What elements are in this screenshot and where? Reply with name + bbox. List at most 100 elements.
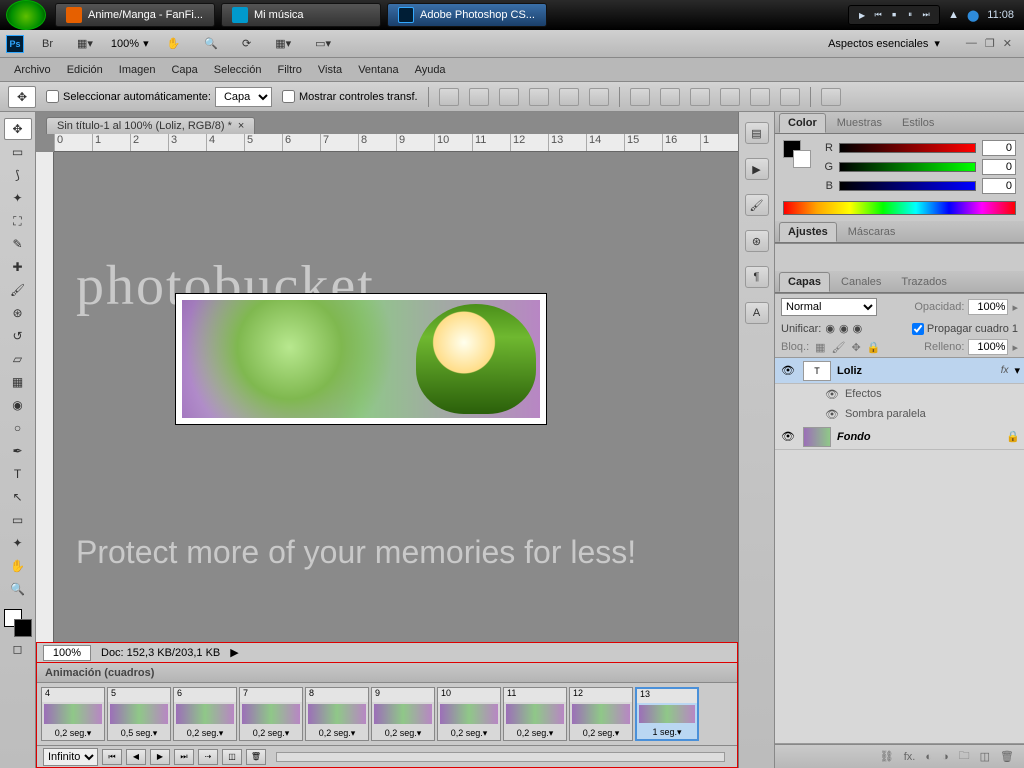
menu-ventana[interactable]: Ventana xyxy=(358,64,398,76)
group-icon[interactable]: 🗀 xyxy=(959,747,970,766)
menu-ayuda[interactable]: Ayuda xyxy=(415,64,446,76)
distribute-icon[interactable] xyxy=(720,88,740,106)
actions-icon[interactable]: ▶ xyxy=(745,158,769,180)
align-icon[interactable] xyxy=(499,88,519,106)
menu-filtro[interactable]: Filtro xyxy=(277,64,301,76)
menu-capa[interactable]: Capa xyxy=(171,64,197,76)
layer-fx-item[interactable]: 👁Sombra paralela xyxy=(775,404,1024,424)
panel-tab[interactable]: Trazados xyxy=(892,272,955,292)
zoom-select[interactable]: 100% ▾ xyxy=(111,37,149,50)
history-icon[interactable]: ▤ xyxy=(745,122,769,144)
animation-frame[interactable]: 110,2 seg.▾ xyxy=(503,687,567,741)
heal-tool[interactable]: ✚ xyxy=(4,256,32,278)
lasso-tool[interactable]: ⟆ xyxy=(4,164,32,186)
menu-selección[interactable]: Selección xyxy=(214,64,262,76)
blend-mode-select[interactable]: Normal xyxy=(781,298,877,316)
gradient-tool[interactable]: ▦ xyxy=(4,371,32,393)
color-swatches[interactable] xyxy=(4,609,32,637)
unify-icon[interactable]: ◉ xyxy=(825,322,835,335)
auto-align-icon[interactable] xyxy=(821,88,841,106)
distribute-icon[interactable] xyxy=(660,88,680,106)
workspace-switcher[interactable]: Aspectos esenciales ▾ xyxy=(820,35,948,52)
distribute-icon[interactable] xyxy=(780,88,800,106)
rotate-icon[interactable]: ⟳ xyxy=(236,35,257,52)
dodge-tool[interactable]: ○ xyxy=(4,417,32,439)
tray-icon[interactable]: ▲ xyxy=(948,9,959,21)
panel-tab[interactable]: Máscaras xyxy=(839,222,905,242)
media-controls[interactable]: ▶ ⏮ ⏹ ⏸ ⏭ xyxy=(848,5,940,25)
fill-input[interactable] xyxy=(968,339,1008,355)
pen-tool[interactable]: ✒ xyxy=(4,440,32,462)
path-tool[interactable]: ↖ xyxy=(4,486,32,508)
animation-frame[interactable]: 131 seg.▾ xyxy=(635,687,699,741)
taskbar-item[interactable]: Adobe Photoshop CS... xyxy=(387,3,547,27)
animation-frame[interactable]: 40,2 seg.▾ xyxy=(41,687,105,741)
align-icon[interactable] xyxy=(469,88,489,106)
first-frame-button[interactable]: ⏮ xyxy=(102,749,122,765)
new-layer-icon[interactable]: ◫ xyxy=(980,750,990,763)
align-icon[interactable] xyxy=(529,88,549,106)
distribute-icon[interactable] xyxy=(750,88,770,106)
lock-icon[interactable]: ▦ xyxy=(815,341,825,354)
3d-tool[interactable]: ✦ xyxy=(4,532,32,554)
taskbar-item[interactable]: Mi música xyxy=(221,3,381,27)
zoom-field[interactable] xyxy=(43,645,91,661)
unify-icon[interactable]: ◉ xyxy=(839,322,849,335)
link-icon[interactable]: ⛓ xyxy=(880,750,894,763)
delete-icon[interactable]: 🗑 xyxy=(1000,750,1014,763)
type-tool[interactable]: T xyxy=(4,463,32,485)
new-frame-button[interactable]: ◫ xyxy=(222,749,242,765)
panel-tab[interactable]: Canales xyxy=(832,272,890,292)
hand-tool[interactable]: ✋ xyxy=(4,555,32,577)
paragraph-icon[interactable]: ¶ xyxy=(745,266,769,288)
wand-tool[interactable]: ✦ xyxy=(4,187,32,209)
eraser-tool[interactable]: ▱ xyxy=(4,348,32,370)
panel-tab[interactable]: Estilos xyxy=(893,113,943,133)
fx-icon[interactable]: fx. xyxy=(904,751,916,763)
loop-select[interactable]: Infinito xyxy=(43,748,98,766)
animation-frame[interactable]: 50,5 seg.▾ xyxy=(107,687,171,741)
move-tool-icon[interactable]: ✥ xyxy=(8,86,36,108)
delete-frame-button[interactable]: 🗑 xyxy=(246,749,266,765)
close-icon[interactable]: ✕ xyxy=(1003,37,1012,50)
close-icon[interactable]: × xyxy=(238,120,244,132)
visibility-icon[interactable]: 👁 xyxy=(779,430,797,443)
stamp-tool[interactable]: ⊛ xyxy=(4,302,32,324)
animation-frame[interactable]: 90,2 seg.▾ xyxy=(371,687,435,741)
minimize-icon[interactable]: — xyxy=(966,37,977,50)
unify-icon[interactable]: ◉ xyxy=(853,322,863,335)
character-icon[interactable]: A xyxy=(745,302,769,324)
layer-name[interactable]: Loliz xyxy=(837,365,995,377)
restore-icon[interactable]: ❐ xyxy=(985,37,995,50)
clone-icon[interactable]: ⊛ xyxy=(745,230,769,252)
r-input[interactable] xyxy=(982,140,1016,156)
layer-item[interactable]: 👁 T Loliz fx ▾ xyxy=(775,358,1024,384)
lock-icon[interactable]: 🔒 xyxy=(867,341,881,354)
panel-tab[interactable]: Color xyxy=(779,113,826,133)
menu-imagen[interactable]: Imagen xyxy=(119,64,156,76)
g-input[interactable] xyxy=(982,159,1016,175)
prev-frame-button[interactable]: ◀ xyxy=(126,749,146,765)
pause-icon[interactable]: ⏸ xyxy=(903,8,917,22)
panel-tab[interactable]: Muestras xyxy=(828,113,891,133)
animation-frame[interactable]: 100,2 seg.▾ xyxy=(437,687,501,741)
next-frame-button[interactable]: ⏭ xyxy=(174,749,194,765)
distribute-icon[interactable] xyxy=(630,88,650,106)
crop-tool[interactable]: ⛶ xyxy=(4,210,32,232)
tray-icon[interactable]: ⬤ xyxy=(967,9,979,22)
blur-tool[interactable]: ◉ xyxy=(4,394,32,416)
animation-frame[interactable]: 70,2 seg.▾ xyxy=(239,687,303,741)
panel-tab[interactable]: Capas xyxy=(779,272,830,292)
layer-fx-group[interactable]: 👁Efectos xyxy=(775,384,1024,404)
lock-icon[interactable]: 🖌 xyxy=(832,341,846,354)
auto-select-checkbox[interactable]: Seleccionar automáticamente: Capa xyxy=(46,87,272,107)
move-tool[interactable]: ✥ xyxy=(4,118,32,140)
tween-button[interactable]: ⇢ xyxy=(198,749,218,765)
visibility-icon[interactable]: 👁 xyxy=(779,364,797,377)
quickmask-icon[interactable]: ◻ xyxy=(4,638,32,660)
mask-icon[interactable]: ◐ xyxy=(925,751,932,763)
g-slider[interactable] xyxy=(839,162,976,172)
r-slider[interactable] xyxy=(839,143,976,153)
spectrum-bar[interactable] xyxy=(783,201,1016,215)
history-brush-tool[interactable]: ↺ xyxy=(4,325,32,347)
